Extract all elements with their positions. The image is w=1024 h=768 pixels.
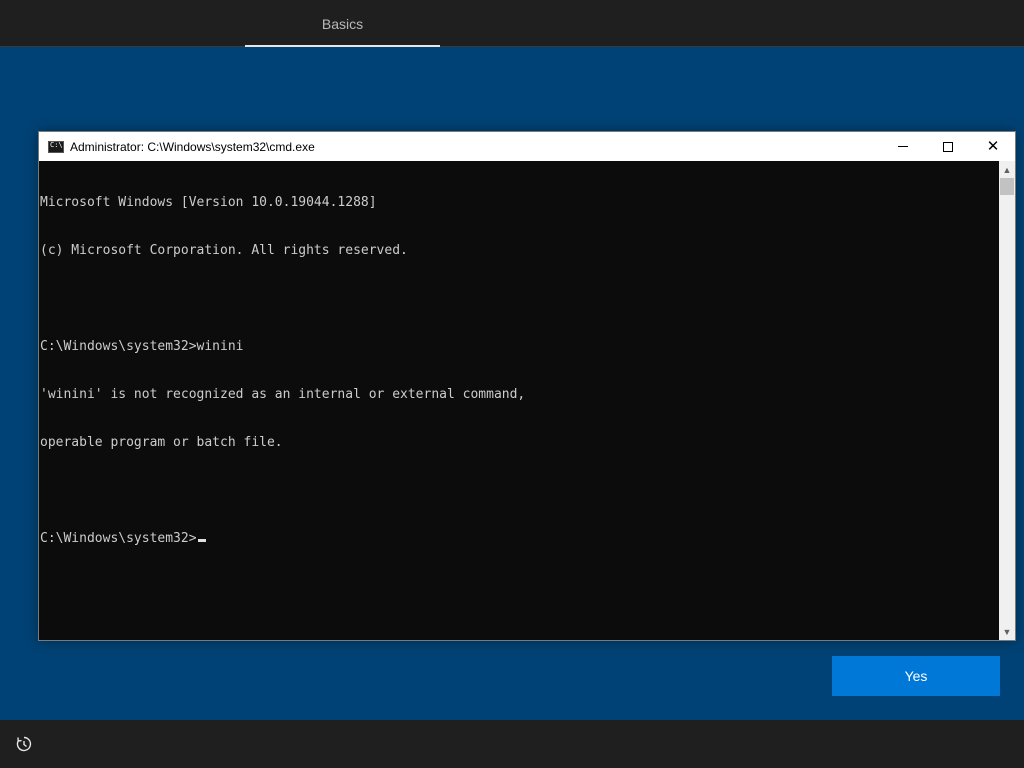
vertical-scrollbar[interactable]: ▲ ▼ bbox=[999, 161, 1015, 640]
window-title: Administrator: C:\Windows\system32\cmd.e… bbox=[70, 139, 315, 154]
console-prompt-line[interactable]: C:\Windows\system32> bbox=[40, 531, 999, 547]
console-line: C:\Windows\system32>winini bbox=[40, 339, 244, 354]
window-titlebar[interactable]: Administrator: C:\Windows\system32\cmd.e… bbox=[39, 132, 1015, 161]
yes-button-label: Yes bbox=[904, 668, 928, 684]
console-line: (c) Microsoft Corporation. All rights re… bbox=[40, 243, 408, 258]
close-icon: ✕ bbox=[986, 137, 1000, 155]
close-button[interactable]: ✕ bbox=[970, 132, 1016, 161]
tab-basics[interactable]: Basics bbox=[245, 0, 440, 47]
top-bar: Basics bbox=[0, 0, 1024, 47]
scroll-down-button[interactable]: ▼ bbox=[999, 623, 1015, 640]
chevron-down-icon: ▼ bbox=[1002, 626, 1012, 637]
bottom-bar bbox=[0, 720, 1024, 768]
maximize-icon bbox=[943, 141, 953, 152]
tab-basics-label: Basics bbox=[321, 15, 364, 32]
accessibility-icon bbox=[16, 736, 32, 752]
console-output[interactable]: Microsoft Windows [Version 10.0.19044.12… bbox=[39, 161, 999, 640]
cmd-app-icon bbox=[48, 140, 64, 153]
minimize-icon bbox=[898, 146, 908, 147]
scroll-up-button[interactable]: ▲ bbox=[999, 161, 1015, 178]
console-line: 'winini' is not recognized as an interna… bbox=[40, 387, 526, 402]
console-line: operable program or batch file. bbox=[40, 435, 283, 450]
console-prompt: C:\Windows\system32> bbox=[40, 531, 197, 546]
maximize-button[interactable] bbox=[925, 132, 971, 161]
console-line: Microsoft Windows [Version 10.0.19044.12… bbox=[40, 195, 377, 210]
chevron-up-icon: ▲ bbox=[1002, 164, 1012, 175]
accessibility-button[interactable] bbox=[12, 732, 36, 756]
yes-button[interactable]: Yes bbox=[832, 656, 1000, 696]
active-tab-indicator bbox=[245, 45, 440, 47]
scroll-thumb[interactable] bbox=[1000, 178, 1014, 195]
minimize-button[interactable] bbox=[880, 132, 926, 161]
command-prompt-window[interactable]: Administrator: C:\Windows\system32\cmd.e… bbox=[38, 131, 1016, 641]
text-cursor bbox=[197, 539, 206, 542]
